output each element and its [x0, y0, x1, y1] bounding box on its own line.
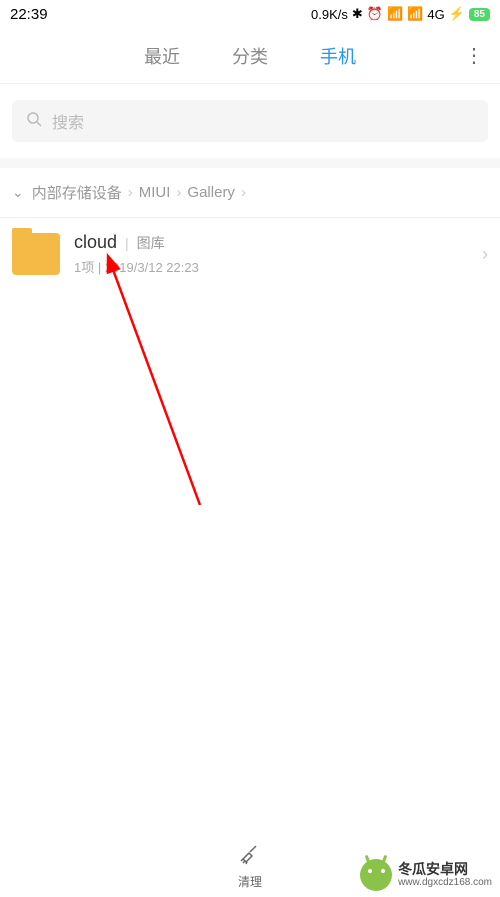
status-time: 22:39 [10, 6, 48, 23]
signal-icon-2: 📶 [407, 6, 423, 22]
folder-meta: 1项 | 2019/3/12 22:23 [74, 257, 468, 276]
chevron-right-icon: › [128, 184, 133, 201]
battery-level: 85 [469, 8, 490, 21]
chevron-right-icon: › [176, 184, 181, 201]
folder-item[interactable]: cloud | 图库 1项 | 2019/3/12 22:23 › [0, 218, 500, 290]
status-right: 0.9K/s ✱ ⏰ 📶 📶 4G ⚡ 85 [311, 6, 490, 22]
tab-bar: 最近 分类 手机 ⋮ [0, 28, 500, 84]
android-logo-icon [360, 859, 392, 891]
more-menu-icon[interactable]: ⋮ [464, 43, 484, 68]
clean-label: 清理 [238, 873, 262, 890]
watermark-url: www.dgxcdz168.com [398, 877, 492, 888]
network-type: 4G [427, 7, 444, 22]
file-info: cloud | 图库 1项 | 2019/3/12 22:23 [74, 232, 468, 276]
clean-button[interactable]: 清理 [238, 841, 262, 890]
status-bar: 22:39 0.9K/s ✱ ⏰ 📶 📶 4G ⚡ 85 [0, 0, 500, 28]
signal-icon: 📶 [387, 6, 403, 22]
folder-name: cloud [74, 232, 117, 253]
chevron-down-icon[interactable]: ⌄ [12, 184, 24, 201]
search-placeholder: 搜索 [52, 109, 84, 133]
broom-icon [238, 841, 262, 871]
tab-phone[interactable]: 手机 [318, 39, 358, 73]
tab-category[interactable]: 分类 [230, 39, 270, 73]
file-list: cloud | 图库 1项 | 2019/3/12 22:23 › [0, 218, 500, 290]
chevron-right-icon: › [241, 184, 246, 201]
bluetooth-icon: ✱ [352, 6, 363, 22]
breadcrumb-root[interactable]: 内部存储设备 [32, 182, 122, 203]
annotation-arrow [100, 255, 220, 515]
tab-recent[interactable]: 最近 [142, 39, 182, 73]
search-icon [26, 111, 42, 132]
search-section: 搜索 [0, 84, 500, 168]
watermark-name: 冬瓜安卓网 [398, 862, 492, 877]
charge-icon: ⚡ [449, 6, 465, 22]
watermark: 冬瓜安卓网 www.dgxcdz168.com [360, 859, 492, 891]
breadcrumb: 内部存储设备 › MIUI › Gallery › [32, 182, 248, 203]
alarm-icon: ⏰ [367, 6, 383, 22]
folder-tag: 图库 [137, 233, 165, 253]
folder-icon [12, 233, 60, 275]
chevron-right-icon: › [482, 244, 488, 265]
network-speed: 0.9K/s [311, 7, 348, 22]
divider: | [125, 235, 129, 251]
search-input[interactable]: 搜索 [12, 100, 488, 142]
breadcrumb-gallery[interactable]: Gallery [187, 184, 235, 201]
breadcrumb-row: ⌄ 内部存储设备 › MIUI › Gallery › [0, 168, 500, 218]
breadcrumb-miui[interactable]: MIUI [139, 184, 171, 201]
